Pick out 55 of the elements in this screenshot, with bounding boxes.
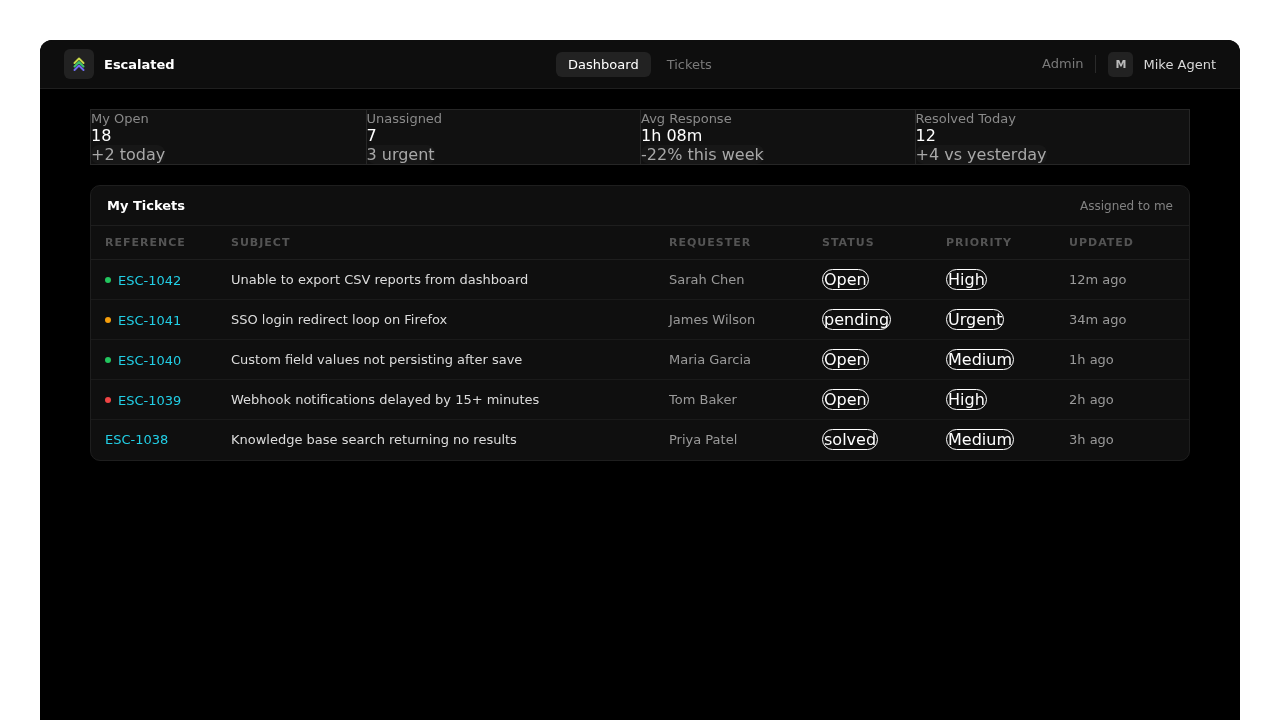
- column-header: SUBJECT: [231, 226, 669, 260]
- column-header: PRIORITY: [946, 226, 1069, 260]
- admin-link[interactable]: Admin: [1042, 55, 1084, 73]
- ticket-link[interactable]: ESC-1039: [118, 392, 182, 408]
- stat-value: 18: [91, 126, 112, 145]
- updated-time: 3h ago: [1069, 432, 1114, 448]
- updated-time: 12m ago: [1069, 272, 1127, 287]
- updated-time: 1h ago: [1069, 352, 1114, 367]
- priority-tag: Medium: [946, 349, 1014, 370]
- ticket-link[interactable]: ESC-1040: [118, 352, 182, 368]
- ticket-link[interactable]: ESC-1038: [105, 432, 169, 448]
- ticket-subject: Unable to export CSV reports from dashboard: [231, 272, 529, 287]
- ticket-subject: SSO login redirect loop on Firefox: [231, 312, 448, 327]
- column-header: UPDATED: [1069, 226, 1189, 260]
- ticket-link[interactable]: ESC-1042: [118, 272, 182, 288]
- stat-value: 7: [366, 126, 377, 145]
- requester-name: James Wilson: [669, 312, 756, 327]
- priority-tag: Urgent: [946, 309, 1005, 330]
- priority-tag: High: [946, 269, 987, 290]
- status-tag: Open: [822, 389, 869, 410]
- column-header: REQUESTER: [669, 226, 822, 260]
- updated-time: 2h ago: [1069, 392, 1114, 407]
- nav-tab[interactable]: Tickets: [654, 51, 724, 77]
- ticket-link[interactable]: ESC-1041: [118, 312, 182, 328]
- filter-label: Assigned to me: [1079, 198, 1173, 213]
- requester-name: Priya Patel: [669, 432, 738, 448]
- stat-label: My Open: [91, 111, 149, 126]
- stat-note: +4 vs yesterday: [915, 145, 1047, 164]
- nav-tab[interactable]: Dashboard: [556, 51, 651, 77]
- column-header: STATUS: [822, 226, 946, 260]
- status-tag: Open: [822, 269, 869, 290]
- stat-note: +2 today: [91, 145, 166, 164]
- stat-value: 1h 08m: [641, 126, 703, 145]
- app-name: Escalated: [104, 56, 175, 72]
- card-title: My Tickets: [107, 198, 186, 213]
- stat-label: Unassigned: [366, 111, 443, 126]
- updated-time: 34m ago: [1069, 312, 1127, 327]
- ticket-subject: Knowledge base search returning no results: [231, 432, 517, 448]
- stat-label: Resolved Today: [915, 111, 1016, 126]
- stat-label: Avg Response: [641, 111, 732, 126]
- requester-name: Maria Garcia: [669, 352, 752, 367]
- requester-name: Sarah Chen: [669, 272, 745, 287]
- priority-tag: High: [946, 389, 987, 410]
- status-tag: Open: [822, 349, 869, 370]
- column-header: REFERENCE: [91, 226, 231, 260]
- stat-note: -22% this week: [641, 145, 764, 164]
- logo-icon: [64, 49, 94, 79]
- stat-note: 3 urgent: [366, 145, 435, 164]
- user-name: Mike Agent: [1143, 56, 1216, 72]
- stat-value: 12: [915, 126, 936, 145]
- ticket-subject: Custom field values not persisting after save: [231, 352, 523, 367]
- priority-tag: Medium: [946, 429, 1014, 451]
- ticket-subject: Webhook notifications delayed by 15+ minutes: [231, 392, 540, 407]
- user-avatar[interactable]: M: [1108, 51, 1134, 77]
- requester-name: Tom Baker: [669, 392, 737, 407]
